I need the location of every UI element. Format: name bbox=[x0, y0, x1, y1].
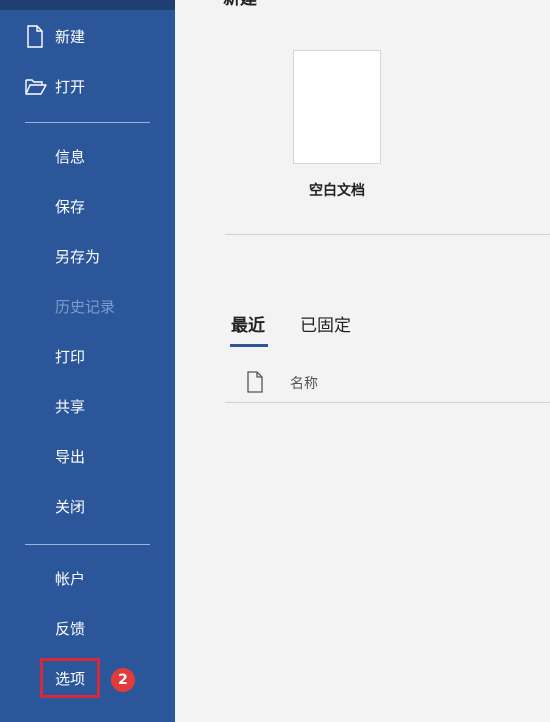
sidebar-divider bbox=[25, 122, 150, 123]
sidebar-item-save-as[interactable]: 另存为 bbox=[0, 237, 175, 277]
sidebar-item-label: 新建 bbox=[55, 28, 86, 46]
tab-recent[interactable]: 最近 bbox=[231, 316, 265, 336]
sidebar-item-account[interactable]: 帐户 bbox=[0, 559, 175, 599]
sidebar-item-label: 导出 bbox=[55, 448, 86, 466]
sidebar-item-info[interactable]: 信息 bbox=[0, 137, 175, 177]
sidebar-item-label: 信息 bbox=[55, 148, 86, 166]
sidebar-item-export[interactable]: 导出 bbox=[0, 437, 175, 477]
section-title-new: 新建 bbox=[223, 0, 257, 8]
step-badge: 2 bbox=[111, 668, 135, 692]
header-divider bbox=[225, 402, 550, 403]
new-document-icon bbox=[25, 25, 45, 49]
blank-document-label[interactable]: 空白文档 bbox=[293, 180, 381, 200]
backstage-view: 新建 打开 信息 保存 另存为 历史记录 打印 共享 导出 关闭 帐户 反馈 选… bbox=[0, 0, 550, 722]
sidebar-item-label: 保存 bbox=[55, 198, 86, 216]
column-header-name[interactable]: 名称 bbox=[290, 373, 318, 393]
sidebar-item-new[interactable]: 新建 bbox=[0, 17, 175, 57]
tab-pinned[interactable]: 已固定 bbox=[300, 316, 351, 336]
sidebar-item-open[interactable]: 打开 bbox=[0, 67, 175, 107]
sidebar-item-save[interactable]: 保存 bbox=[0, 187, 175, 227]
blank-document-thumbnail[interactable] bbox=[293, 50, 381, 164]
sidebar-item-label: 反馈 bbox=[55, 620, 86, 638]
sidebar-item-label: 共享 bbox=[55, 398, 86, 416]
sidebar-item-close[interactable]: 关闭 bbox=[0, 487, 175, 527]
file-list-header: 名称 bbox=[225, 366, 550, 402]
sidebar-top-bar bbox=[0, 0, 175, 10]
sidebar-item-history: 历史记录 bbox=[0, 287, 175, 327]
folder-open-icon bbox=[25, 75, 47, 99]
backstage-main: 新建 空白文档 最近 已固定 名称 bbox=[175, 0, 550, 722]
active-tab-underline bbox=[230, 344, 268, 347]
sidebar-item-label: 打印 bbox=[55, 348, 86, 366]
sidebar-item-feedback[interactable]: 反馈 bbox=[0, 609, 175, 649]
sidebar-item-label: 帐户 bbox=[55, 570, 86, 588]
options-highlight-box bbox=[40, 658, 100, 698]
backstage-sidebar: 新建 打开 信息 保存 另存为 历史记录 打印 共享 导出 关闭 帐户 反馈 选… bbox=[0, 0, 175, 722]
sidebar-divider bbox=[25, 544, 150, 545]
document-icon bbox=[245, 370, 265, 394]
sidebar-item-share[interactable]: 共享 bbox=[0, 387, 175, 427]
sidebar-item-label: 关闭 bbox=[55, 498, 86, 516]
sidebar-item-label: 另存为 bbox=[55, 248, 101, 266]
sidebar-item-print[interactable]: 打印 bbox=[0, 337, 175, 377]
main-divider bbox=[225, 234, 550, 235]
sidebar-item-label: 打开 bbox=[55, 78, 86, 96]
sidebar-item-label: 历史记录 bbox=[55, 298, 116, 316]
